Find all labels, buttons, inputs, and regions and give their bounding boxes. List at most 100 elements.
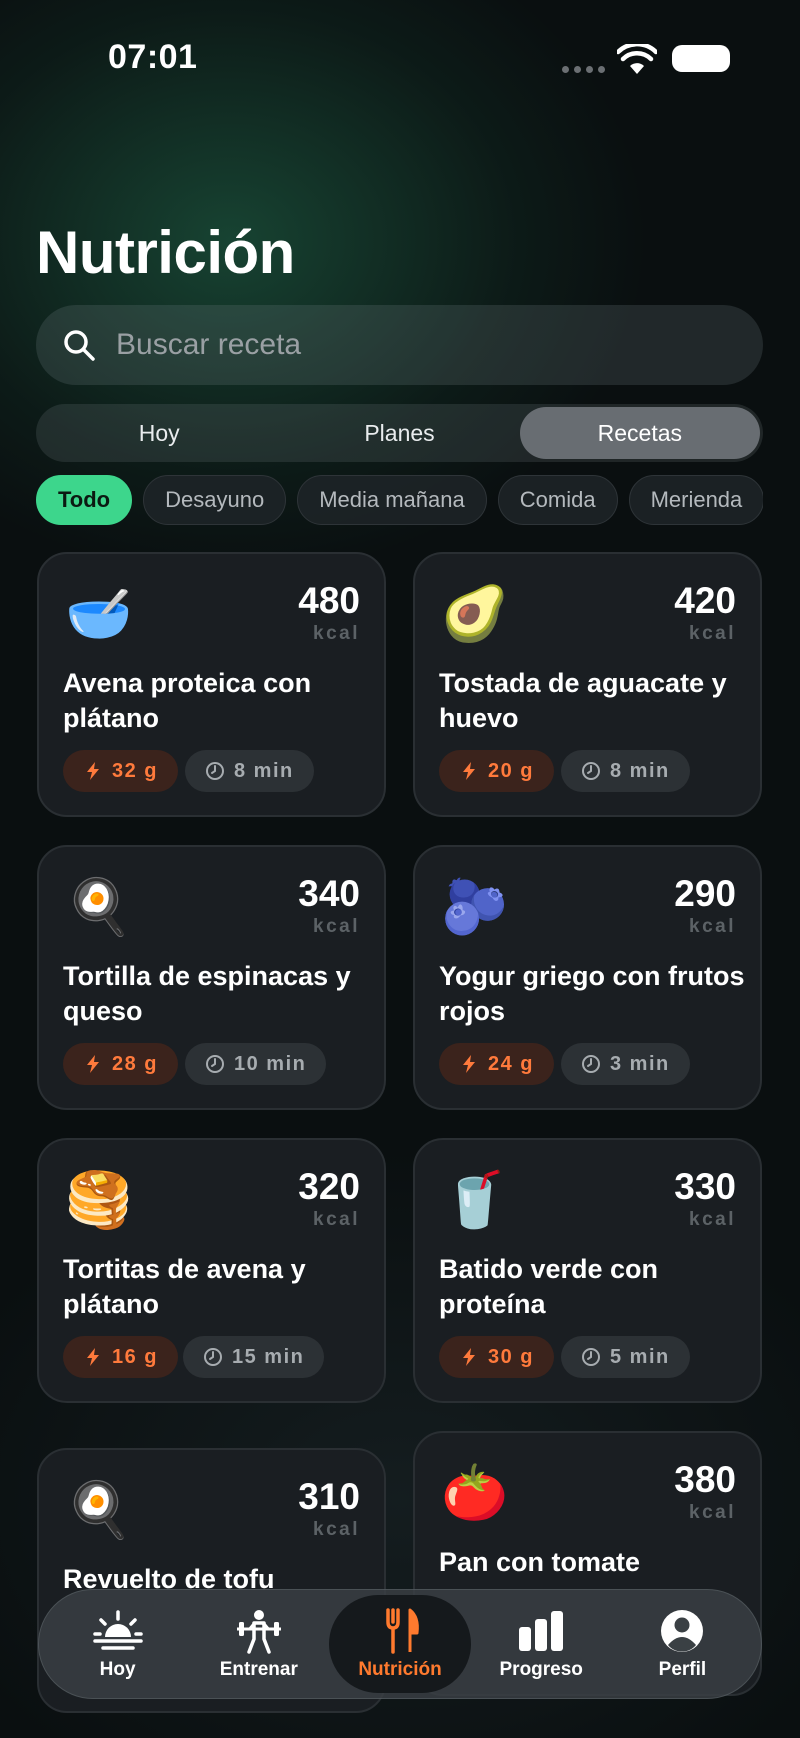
status-time: 07:01 xyxy=(108,38,198,76)
kcal-value: 310 xyxy=(298,1476,360,1517)
recipe-title: Tortilla de espinacas y queso xyxy=(63,961,351,1026)
page-title: Nutrición xyxy=(36,219,295,286)
chip-merienda[interactable]: Merienda xyxy=(628,475,763,525)
clock-icon xyxy=(206,1055,224,1073)
time-badge: 3 min xyxy=(561,1043,690,1085)
person-circle-icon xyxy=(661,1610,704,1652)
search-icon xyxy=(64,330,95,361)
time-value: 10 min xyxy=(234,1052,307,1075)
segment-hoy[interactable]: Hoy xyxy=(39,407,279,459)
kcal-value: 320 xyxy=(298,1166,360,1207)
lightning-icon xyxy=(463,762,475,780)
kcal-value: 480 xyxy=(298,580,360,621)
protein-value: 20 g xyxy=(488,759,535,782)
category-filter-chips: Todo Desayuno Media mañana Comida Merien… xyxy=(36,475,763,527)
recipe-card[interactable]: 🥣 480 kcal Avena proteica con plátano 32… xyxy=(37,552,386,817)
tab-entrenar[interactable]: Entrenar xyxy=(188,1595,329,1693)
lightning-icon xyxy=(87,762,99,780)
blueberries-icon: 🫐 xyxy=(441,877,509,937)
time-badge: 5 min xyxy=(561,1336,690,1378)
time-value: 15 min xyxy=(232,1345,305,1368)
avocado-icon: 🥑 xyxy=(441,584,509,644)
kcal-unit: kcal xyxy=(313,1519,360,1540)
cellular-signal-icon xyxy=(562,66,605,73)
pancakes-icon: 🥞 xyxy=(65,1170,133,1230)
tab-progreso[interactable]: Progreso xyxy=(471,1595,612,1693)
cup-with-straw-icon: 🥤 xyxy=(441,1170,509,1230)
protein-badge: 28 g xyxy=(63,1043,179,1085)
protein-value: 16 g xyxy=(112,1345,159,1368)
tab-perfil[interactable]: Perfil xyxy=(612,1595,753,1693)
time-badge: 15 min xyxy=(183,1336,325,1378)
tomato-icon: 🍅 xyxy=(441,1463,509,1523)
recipe-card[interactable]: 🥑 420 kcal Tostada de aguacate y huevo 2… xyxy=(413,552,762,817)
kcal-unit: kcal xyxy=(313,1209,360,1230)
kcal-unit: kcal xyxy=(313,623,360,644)
protein-badge: 24 g xyxy=(439,1043,555,1085)
tab-bar: Hoy Entrenar Nutrición Progreso Perfil xyxy=(38,1589,762,1699)
recipe-title: Batido verde con proteína xyxy=(439,1254,659,1319)
protein-value: 28 g xyxy=(112,1052,159,1075)
time-value: 3 min xyxy=(610,1052,670,1075)
time-badge: 8 min xyxy=(561,750,690,792)
protein-badge: 30 g xyxy=(439,1336,555,1378)
battery-icon xyxy=(672,45,730,72)
segment-recetas[interactable]: Recetas xyxy=(519,407,760,459)
kcal-value: 380 xyxy=(674,1459,736,1500)
clock-icon xyxy=(582,762,600,780)
tab-hoy[interactable]: Hoy xyxy=(47,1595,188,1693)
kcal-value: 420 xyxy=(674,580,736,621)
recipe-title: Avena proteica con plátano xyxy=(63,668,312,733)
recipe-card[interactable]: 🥤 330 kcal Batido verde con proteína 30 … xyxy=(413,1138,762,1403)
wifi-icon xyxy=(617,44,657,74)
protein-value: 30 g xyxy=(488,1345,535,1368)
lightning-icon xyxy=(463,1348,475,1366)
recipe-title: Yogur griego con frutos rojos xyxy=(439,961,745,1026)
kcal-unit: kcal xyxy=(689,916,736,937)
time-badge: 8 min xyxy=(185,750,314,792)
kcal-value: 330 xyxy=(674,1166,736,1207)
recipe-card[interactable]: 🍳 340 kcal Tortilla de espinacas y queso… xyxy=(37,845,386,1110)
tab-label: Hoy xyxy=(99,1659,136,1680)
kcal-unit: kcal xyxy=(689,1502,736,1523)
kcal-value: 290 xyxy=(674,873,736,914)
protein-badge: 20 g xyxy=(439,750,555,792)
chip-todo[interactable]: Todo xyxy=(36,475,133,525)
chip-desayuno[interactable]: Desayuno xyxy=(143,475,287,525)
tab-label: Entrenar xyxy=(219,1659,298,1680)
tab-label: Nutrición xyxy=(358,1659,442,1680)
kcal-unit: kcal xyxy=(313,916,360,937)
chip-media-manana[interactable]: Media mañana xyxy=(297,475,487,525)
protein-value: 32 g xyxy=(112,759,159,782)
clock-icon xyxy=(582,1055,600,1073)
segmented-control: Hoy Planes Recetas xyxy=(36,404,763,462)
kcal-value: 340 xyxy=(298,873,360,914)
fried-egg-icon: 🍳 xyxy=(65,877,133,937)
clock-icon xyxy=(204,1348,222,1366)
lightning-icon xyxy=(87,1348,99,1366)
lightning-icon xyxy=(87,1055,99,1073)
segment-planes[interactable]: Planes xyxy=(279,407,519,459)
protein-value: 24 g xyxy=(488,1052,535,1075)
recipe-title: Pan con tomate xyxy=(439,1547,641,1577)
search-bar[interactable] xyxy=(36,305,763,385)
protein-badge: 16 g xyxy=(63,1336,179,1378)
tab-label: Perfil xyxy=(658,1659,707,1680)
search-input[interactable] xyxy=(116,328,716,362)
sunrise-icon xyxy=(92,1610,143,1650)
tab-nutricion[interactable]: Nutrición xyxy=(329,1595,471,1693)
status-bar: 07:01 xyxy=(0,0,800,110)
time-value: 5 min xyxy=(610,1345,670,1368)
fork-knife-icon xyxy=(386,1608,419,1654)
tab-label: Progreso xyxy=(499,1659,583,1680)
time-badge: 10 min xyxy=(185,1043,327,1085)
clock-icon xyxy=(582,1348,600,1366)
chip-comida[interactable]: Comida xyxy=(497,475,618,525)
recipe-card[interactable]: 🥞 320 kcal Tortitas de avena y plátano 1… xyxy=(37,1138,386,1403)
kcal-unit: kcal xyxy=(689,1209,736,1230)
bowl-icon: 🥣 xyxy=(65,584,133,644)
kcal-unit: kcal xyxy=(689,623,736,644)
clock-icon xyxy=(206,762,224,780)
recipe-card[interactable]: 🫐 290 kcal Yogur griego con frutos rojos… xyxy=(413,845,762,1110)
lightning-icon xyxy=(463,1055,475,1073)
